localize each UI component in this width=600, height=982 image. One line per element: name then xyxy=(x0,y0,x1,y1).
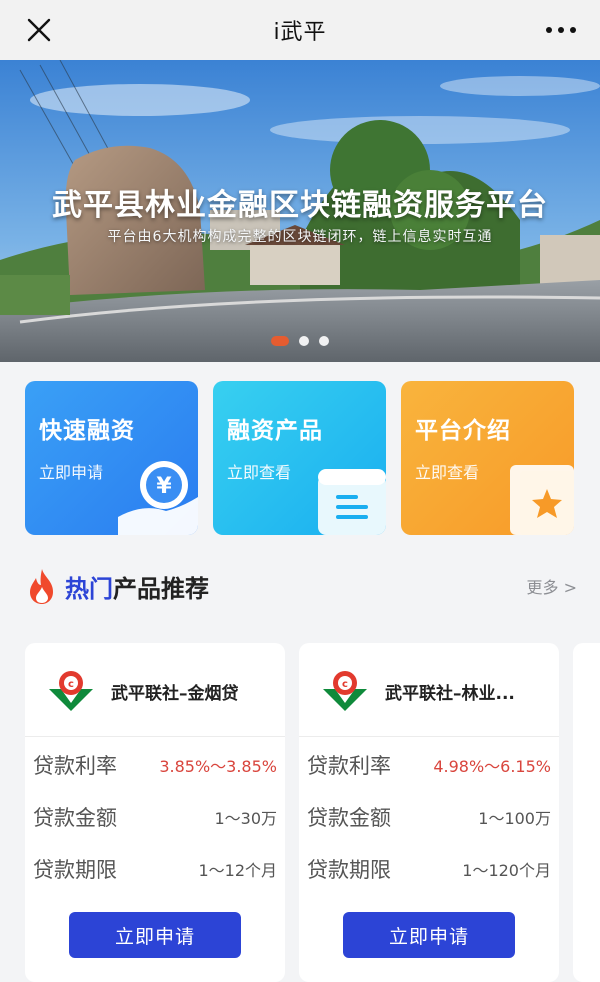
close-icon[interactable] xyxy=(26,17,52,43)
row-label: 贷款金额 xyxy=(307,806,391,830)
banner-headline: 武平县林业金融区块链融资服务平台 xyxy=(52,188,548,223)
tile-subtitle: 立即查看 xyxy=(415,463,480,482)
tile-title: 平台介绍 xyxy=(415,418,511,444)
top-bar: i武平 xyxy=(0,0,600,60)
card-product-name: 武平联社–金烟贷 xyxy=(111,684,239,704)
tile-quick-financing[interactable]: 快速融资 立即申请 ¥ xyxy=(25,381,198,535)
tile-subtitle: 立即查看 xyxy=(227,463,292,482)
rural-credit-logo-icon: c xyxy=(323,671,367,711)
tile-title: 快速融资 xyxy=(39,418,135,444)
row-value: 1～30万 xyxy=(214,809,277,828)
quick-entry-tiles: 快速融资 立即申请 ¥ 融资产品 立即查看 平台介绍 立即查看 xyxy=(25,381,575,535)
flame-icon xyxy=(30,569,53,604)
svg-text:c: c xyxy=(68,679,74,690)
tile-platform-intro[interactable]: 平台介绍 立即查看 xyxy=(401,381,574,535)
tile-title: 融资产品 xyxy=(227,418,323,444)
document-icon xyxy=(318,469,386,535)
carousel-dot-active[interactable] xyxy=(271,336,289,346)
star-book-icon xyxy=(510,465,574,535)
more-link[interactable]: 更多 > xyxy=(527,574,578,598)
row-label: 贷款金额 xyxy=(33,806,117,830)
section-title: 热门产品推荐 xyxy=(65,574,209,603)
hot-products-header: 热门产品推荐 更多 > xyxy=(25,566,577,606)
carousel-indicators xyxy=(0,336,600,346)
row-value: 1～120个月 xyxy=(462,861,551,880)
row-label: 贷款利率 xyxy=(307,754,391,778)
card-row-rate: 贷款利率 4.98%～6.15% xyxy=(307,745,551,785)
row-label: 贷款期限 xyxy=(307,858,391,882)
carousel-dot[interactable] xyxy=(319,336,329,346)
row-value: 1～100万 xyxy=(478,809,551,828)
banner-carousel[interactable]: 武平县林业金融区块链融资服务平台 平台由6大机构构成完整的区块链闭环，链上信息实… xyxy=(0,60,600,362)
yuan-hand-icon: ¥ xyxy=(118,461,198,535)
product-card[interactable]: c 武平联社–林业... 贷款利率 4.98%～6.15% 贷款金额 1～100… xyxy=(299,643,559,982)
row-value: 4.98%～6.15% xyxy=(433,757,551,776)
tile-subtitle: 立即申请 xyxy=(39,463,104,482)
svg-text:¥: ¥ xyxy=(156,474,172,499)
card-row-term: 贷款期限 1～120个月 xyxy=(307,849,551,889)
tile-financing-products[interactable]: 融资产品 立即查看 xyxy=(213,381,386,535)
card-product-name: 武平联社–林业... xyxy=(385,684,515,704)
product-card-list[interactable]: c 武平联社–金烟贷 贷款利率 3.85%～3.85% 贷款金额 1～30万 贷… xyxy=(25,643,600,982)
apply-button[interactable]: 立即申请 xyxy=(69,912,241,958)
row-label: 贷款利率 xyxy=(33,754,117,778)
card-row-rate: 贷款利率 3.85%～3.85% xyxy=(33,745,277,785)
card-header: c 武平联社–林业... xyxy=(299,643,559,737)
row-value: 1～12个月 xyxy=(198,861,277,880)
apply-button[interactable]: 立即申请 xyxy=(343,912,515,958)
card-row-amount: 贷款金额 1～100万 xyxy=(307,797,551,837)
card-header: c 武平联社–金烟贷 xyxy=(25,643,285,737)
row-label: 贷款期限 xyxy=(33,858,117,882)
rural-credit-logo-icon: c xyxy=(49,671,93,711)
row-value: 3.85%～3.85% xyxy=(159,757,277,776)
card-row-term: 贷款期限 1～12个月 xyxy=(33,849,277,889)
card-row-amount: 贷款金额 1～30万 xyxy=(33,797,277,837)
carousel-dot[interactable] xyxy=(299,336,309,346)
page-title: i武平 xyxy=(273,20,327,45)
product-card[interactable]: c 武平联社–金烟贷 贷款利率 3.85%～3.85% 贷款金额 1～30万 贷… xyxy=(25,643,285,982)
product-card-peek[interactable] xyxy=(573,643,600,982)
banner-subline: 平台由6大机构构成完整的区块链闭环，链上信息实时互通 xyxy=(107,229,493,245)
more-dots-icon[interactable] xyxy=(544,18,578,42)
svg-text:c: c xyxy=(342,679,348,690)
